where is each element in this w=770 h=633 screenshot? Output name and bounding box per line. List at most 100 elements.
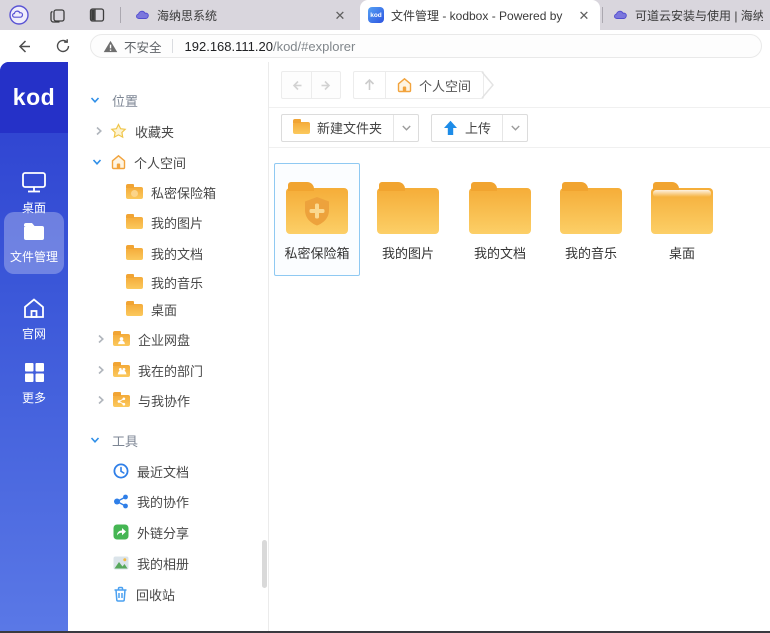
back-icon[interactable] [12,35,34,57]
tree-item-label: 我的相册 [137,554,189,573]
history-forward-button[interactable] [311,72,340,98]
tree-item-recent-docs[interactable]: 最近文档 [68,457,268,485]
file-label: 我的图片 [382,243,434,262]
file-tile-my-pictures[interactable]: 我的图片 [365,163,451,276]
file-tile-my-documents[interactable]: 我的文档 [457,163,543,276]
file-tile-my-music[interactable]: 我的音乐 [548,163,634,276]
monitor-icon [21,170,47,194]
tab-close-icon[interactable]: ✕ [576,7,592,23]
chevron-down-icon[interactable] [90,435,100,445]
tree-item-my-collaboration[interactable]: 我的协作 [68,487,268,515]
chevron-down-icon[interactable] [90,95,100,105]
tree-section-label: 工具 [112,431,138,450]
warning-triangle-icon [103,40,118,53]
tree-item-my-pictures[interactable]: 我的图片 [68,208,268,236]
tree-section-location[interactable]: 位置 [68,86,268,114]
tree-item-shared-with-me[interactable]: 与我协作 [68,386,268,414]
tree-item-label: 回收站 [136,585,175,604]
refresh-icon[interactable] [52,35,74,57]
folder-icon [126,304,143,316]
browser-tab-bar: 海纳思系统 ✕ kod 文件管理 - kodbox - Powered by ✕… [0,0,770,30]
grid-icon [23,361,46,384]
home-icon [110,154,127,170]
breadcrumb-group: 个人空间 [353,71,484,99]
upload-label: 上传 [465,118,491,137]
tree-scrollbar-thumb[interactable] [262,540,267,588]
address-divider [172,39,173,53]
upload-arrow-icon [443,120,458,136]
breadcrumb-chevron-icon [481,71,495,99]
folder-safe-icon [286,181,348,234]
history-back-button[interactable] [282,72,311,98]
upload-button[interactable]: 上传 [432,115,502,141]
chevron-right-icon[interactable] [96,395,106,405]
tab-kodcloud-docs[interactable]: 可道云安装与使用 | 海纳思 [604,0,770,30]
breadcrumb-segment-personal-space[interactable]: 个人空间 [386,72,483,98]
tab-hinas-system[interactable]: 海纳思系统 ✕ [126,0,356,30]
tree-item-label: 外链分享 [137,523,189,542]
up-level-button[interactable] [354,72,386,98]
tree-item-label: 我的文档 [151,244,203,263]
tree-item-label: 收藏夹 [135,122,174,141]
folder-icon [377,181,439,234]
tree-item-external-share[interactable]: 外链分享 [68,518,268,546]
sidebar-item-official-site[interactable]: 官网 [4,288,64,350]
tree-item-my-department[interactable]: 我在的部门 [68,356,268,384]
tree-item-personal-space[interactable]: 个人空间 [68,148,268,176]
folder-icon [651,181,713,234]
folder-icon [293,122,310,134]
photo-icon [113,556,129,570]
tree-item-my-music[interactable]: 我的音乐 [68,268,268,296]
tree-item-favorites[interactable]: 收藏夹 [68,117,268,145]
tree-item-enterprise-disk[interactable]: 企业网盘 [68,325,268,353]
folder-icon [126,277,143,289]
breadcrumb-label: 个人空间 [419,76,471,95]
folder-user-icon [113,334,130,346]
upload-split-button: 上传 [431,114,528,142]
tab-panel-icon[interactable] [86,4,108,26]
address-field[interactable]: 不安全 192.168.111.20/kod/#explorer [90,34,762,58]
file-label: 我的文档 [474,243,526,262]
folder-icon [126,248,143,260]
tree-item-my-album[interactable]: 我的相册 [68,549,268,577]
tab-kodbox-active[interactable]: kod 文件管理 - kodbox - Powered by ✕ [360,0,600,30]
chevron-right-icon[interactable] [96,365,106,375]
external-link-icon [113,524,129,540]
url-host: 192.168.111.20 [185,39,273,54]
cloud-favicon-icon [134,7,150,23]
chevron-right-icon[interactable] [96,334,106,344]
breadcrumb-row: 个人空间 [269,62,770,108]
file-label: 桌面 [669,243,695,262]
security-label[interactable]: 不安全 [124,37,162,56]
tree-item-desktop[interactable]: 桌面 [68,295,268,323]
share-nodes-icon [113,494,129,509]
new-folder-label: 新建文件夹 [317,118,382,137]
clock-icon [113,463,129,479]
tree-item-label: 我的音乐 [151,273,203,292]
chevron-down-icon[interactable] [92,157,102,167]
file-label: 私密保险箱 [284,243,349,262]
tabbar-divider [602,7,603,23]
tree-section-tools[interactable]: 工具 [68,426,268,454]
new-folder-dropdown-button[interactable] [393,115,418,141]
kod-favicon-icon: kod [368,7,384,23]
browser-logo-icon[interactable] [8,4,30,26]
tab-stack-icon[interactable] [46,4,68,26]
tree-section-label: 位置 [112,91,138,110]
sidebar-item-file-manager[interactable]: 文件管理 [4,212,64,274]
new-folder-button[interactable]: 新建文件夹 [282,115,393,141]
upload-dropdown-button[interactable] [502,115,527,141]
folder-icon [21,221,47,243]
sidebar-item-label: 官网 [22,325,46,342]
app-sidebar: kod 桌面 文件管理 官网 更多 [0,62,68,631]
file-tile-desktop[interactable]: 桌面 [639,163,725,276]
folder-share-icon [113,395,130,407]
cloud-favicon-icon [612,7,628,23]
tree-item-recycle-bin[interactable]: 回收站 [68,580,268,608]
tab-close-icon[interactable]: ✕ [332,7,348,23]
sidebar-item-more[interactable]: 更多 [4,352,64,414]
chevron-right-icon[interactable] [94,126,104,136]
file-tile-safe-box[interactable]: 私密保险箱 [274,163,360,276]
tree-item-safe-box[interactable]: 私密保险箱 [68,178,268,206]
tree-item-my-documents[interactable]: 我的文档 [68,239,268,267]
